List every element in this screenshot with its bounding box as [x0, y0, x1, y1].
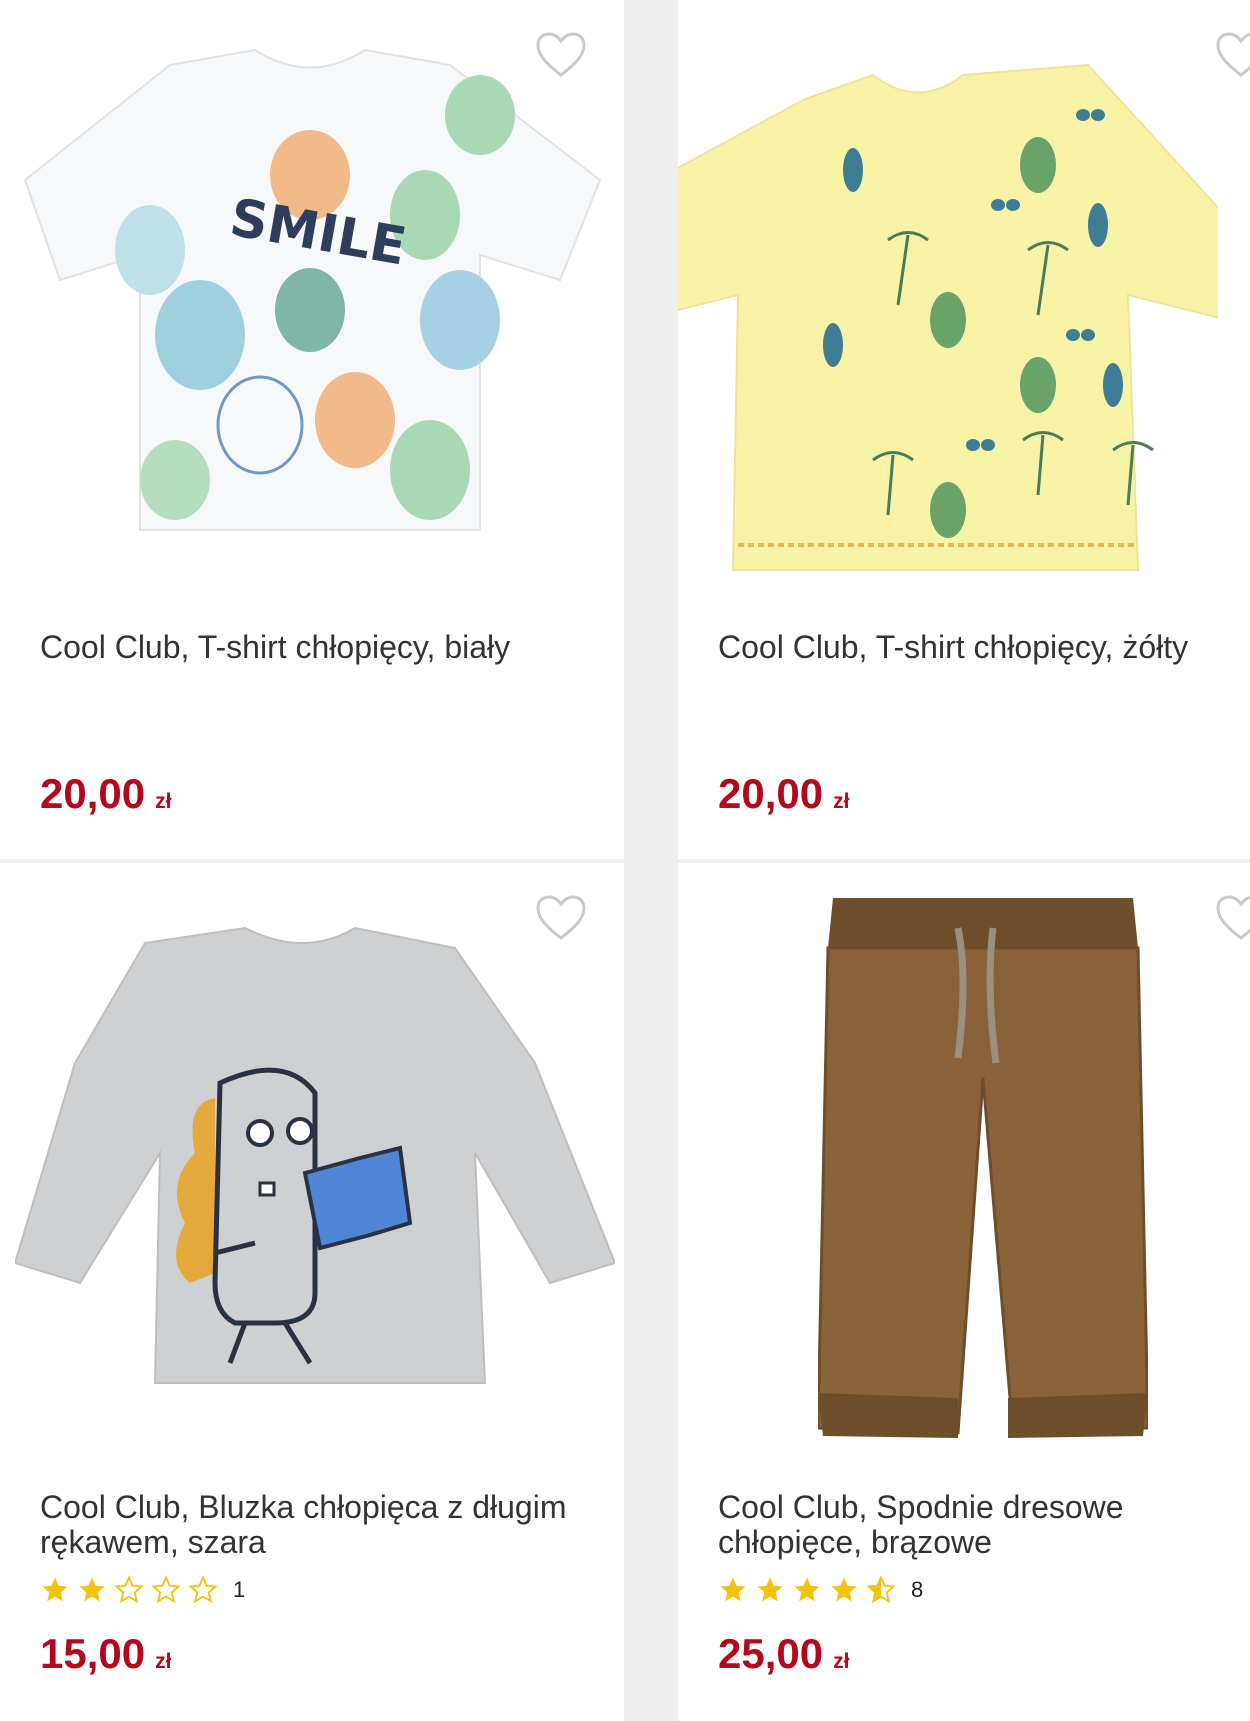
price-currency: zł: [833, 790, 850, 813]
brown-sweatpants-image[interactable]: [818, 888, 1148, 1468]
review-count: 8: [911, 1577, 924, 1602]
product-title[interactable]: Cool Club, Bluzka chłopięca z długim ręk…: [40, 1490, 570, 1560]
product-price: 20,00 zł: [718, 772, 849, 824]
rating-stars: 8: [718, 1575, 923, 1605]
review-count: 1: [233, 1577, 246, 1602]
star-empty-icon: [188, 1575, 218, 1604]
price-value: 15,00: [40, 1630, 146, 1677]
rating-stars: 1: [40, 1575, 245, 1605]
yellow-palm-tshirt-image[interactable]: [678, 55, 1218, 575]
price-value: 25,00: [718, 1630, 824, 1677]
price-currency: zł: [833, 1650, 850, 1673]
star-filled-icon: [794, 1577, 820, 1602]
product-title[interactable]: Cool Club, T-shirt chłopięcy, żółty: [718, 630, 1248, 665]
heart-icon[interactable]: [1214, 893, 1250, 943]
product-card[interactable]: SMILE Cool Club, T-shirt chłopięcy, biał…: [0, 0, 624, 859]
price-currency: zł: [155, 790, 172, 813]
price-currency: zł: [155, 1650, 172, 1673]
grey-dino-longsleeve-image[interactable]: [15, 923, 615, 1393]
product-card[interactable]: Cool Club, Spodnie dresowe chłopięce, br…: [678, 863, 1250, 1721]
product-price: 15,00 zł: [40, 1632, 171, 1684]
product-price: 20,00 zł: [40, 772, 171, 824]
star-filled-icon: [79, 1577, 105, 1602]
star-filled-icon: [757, 1577, 783, 1602]
star-empty-icon: [151, 1575, 181, 1604]
star-filled-icon: [831, 1577, 857, 1602]
product-title[interactable]: Cool Club, Spodnie dresowe chłopięce, br…: [718, 1490, 1248, 1560]
star-filled-icon: [720, 1577, 746, 1602]
star-half-icon: [866, 1575, 896, 1604]
product-title[interactable]: Cool Club, T-shirt chłopięcy, biały: [40, 630, 570, 665]
product-grid: SMILE Cool Club, T-shirt chłopięcy, biał…: [0, 0, 1250, 1721]
product-card[interactable]: Cool Club, T-shirt chłopięcy, żółty 20,0…: [678, 0, 1250, 859]
heart-icon[interactable]: [1214, 30, 1250, 80]
star-filled-icon: [42, 1577, 68, 1602]
product-card[interactable]: Cool Club, Bluzka chłopięca z długim ręk…: [0, 863, 624, 1721]
price-value: 20,00: [718, 770, 824, 817]
price-value: 20,00: [40, 770, 146, 817]
product-price: 25,00 zł: [718, 1632, 849, 1684]
star-empty-icon: [114, 1575, 144, 1604]
white-pineapple-tshirt-image[interactable]: SMILE: [20, 40, 610, 540]
